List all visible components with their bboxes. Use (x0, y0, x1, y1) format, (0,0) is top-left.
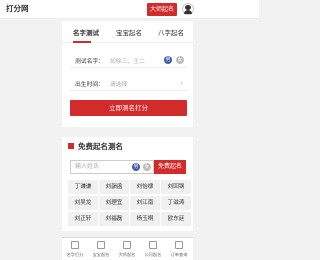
section-marker-icon (68, 143, 74, 149)
nav-name-score[interactable]: 名字打分 (62, 240, 88, 260)
tab-bar: 名字测试 宝宝起名 八字起名 (62, 21, 193, 43)
nav-label: 大师起名 (118, 252, 136, 257)
master-icon (123, 241, 131, 249)
name-suggestion[interactable]: 刘江南 (130, 196, 160, 210)
baby-icon (97, 241, 105, 249)
male-icon[interactable]: 男 (164, 56, 172, 64)
free-naming-button[interactable]: 免费起名 (154, 160, 186, 174)
test-name-label: 测试名字： (75, 59, 104, 65)
name-suggestion[interactable]: 刘韻函 (99, 180, 129, 194)
nav-company-naming[interactable]: 公司起名 (140, 240, 166, 260)
company-icon (149, 241, 157, 249)
name-suggestion[interactable]: 丁滋涛 (161, 196, 191, 210)
test-name-row: 测试名字： 如徐三、王二 男 女 (70, 54, 187, 68)
submit-test-button[interactable]: 立即测名打分 (70, 100, 187, 116)
tab-baby-naming[interactable]: 宝宝起名 (116, 27, 142, 37)
name-suggestion[interactable]: 刘理宜 (99, 196, 129, 210)
nav-label: 名字打分 (66, 252, 84, 257)
site-logo[interactable]: 打分网 (6, 3, 29, 14)
tab-bazi-naming[interactable]: 八字起名 (158, 27, 184, 37)
chevron-right-icon: › (180, 80, 183, 87)
nav-master-naming[interactable]: 大师起名 (114, 240, 140, 260)
female-icon[interactable]: 女 (176, 56, 184, 64)
nav-label: 订单查询 (170, 252, 188, 257)
birth-time-label: 出生时间： (75, 82, 104, 88)
nav-baby-naming[interactable]: 宝宝起名 (88, 240, 114, 260)
surname-input[interactable]: 输入姓氏 (70, 160, 154, 174)
user-avatar-icon[interactable] (182, 3, 194, 15)
order-icon (175, 241, 183, 249)
score-icon (71, 241, 79, 249)
free-naming-card: 免费起名测名 输入姓氏 男 女 免费起名 丁谦谦 刘韻函 刘怡棣 刘回钢 刘吴龙… (62, 137, 193, 231)
name-suggestion[interactable]: 刘福磊 (99, 212, 129, 226)
name-suggestion[interactable]: 刘吴龙 (68, 196, 98, 210)
nav-label: 公司起名 (144, 252, 162, 257)
nav-label: 宝宝起名 (92, 252, 110, 257)
tab-name-test[interactable]: 名字测试 (73, 27, 99, 37)
name-test-card: 名字测试 宝宝起名 八字起名 测试名字： 如徐三、王二 男 女 出生时间： 请选… (62, 21, 193, 127)
name-suggestion[interactable]: 杨玉桐 (130, 212, 160, 226)
name-suggestion[interactable]: 刘回钢 (161, 180, 191, 194)
name-suggestion[interactable]: 丁谦谦 (68, 180, 98, 194)
free-section-title: 免费起名测名 (78, 142, 123, 151)
name-suggestion[interactable]: 刘正轩 (68, 212, 98, 226)
bottom-navigation: 名字打分 宝宝起名 大师起名 公司起名 订单查询 (62, 237, 193, 260)
male-icon[interactable]: 男 (132, 163, 140, 171)
top-bar: 打分网 大师起名 (0, 0, 259, 19)
active-tab-indicator (73, 41, 91, 43)
nav-order-query[interactable]: 订单查询 (166, 240, 192, 260)
name-suggestion[interactable]: 刘怡棣 (130, 180, 160, 194)
master-naming-button[interactable]: 大师起名 (147, 3, 177, 16)
test-name-input[interactable]: 如徐三、王二 (110, 56, 145, 65)
birth-time-select[interactable]: 请选择 (110, 79, 127, 88)
female-icon[interactable]: 女 (143, 163, 151, 171)
birth-time-row[interactable]: 出生时间： 请选择 › (70, 77, 187, 91)
name-suggestion[interactable]: 欧东廷 (161, 212, 191, 226)
